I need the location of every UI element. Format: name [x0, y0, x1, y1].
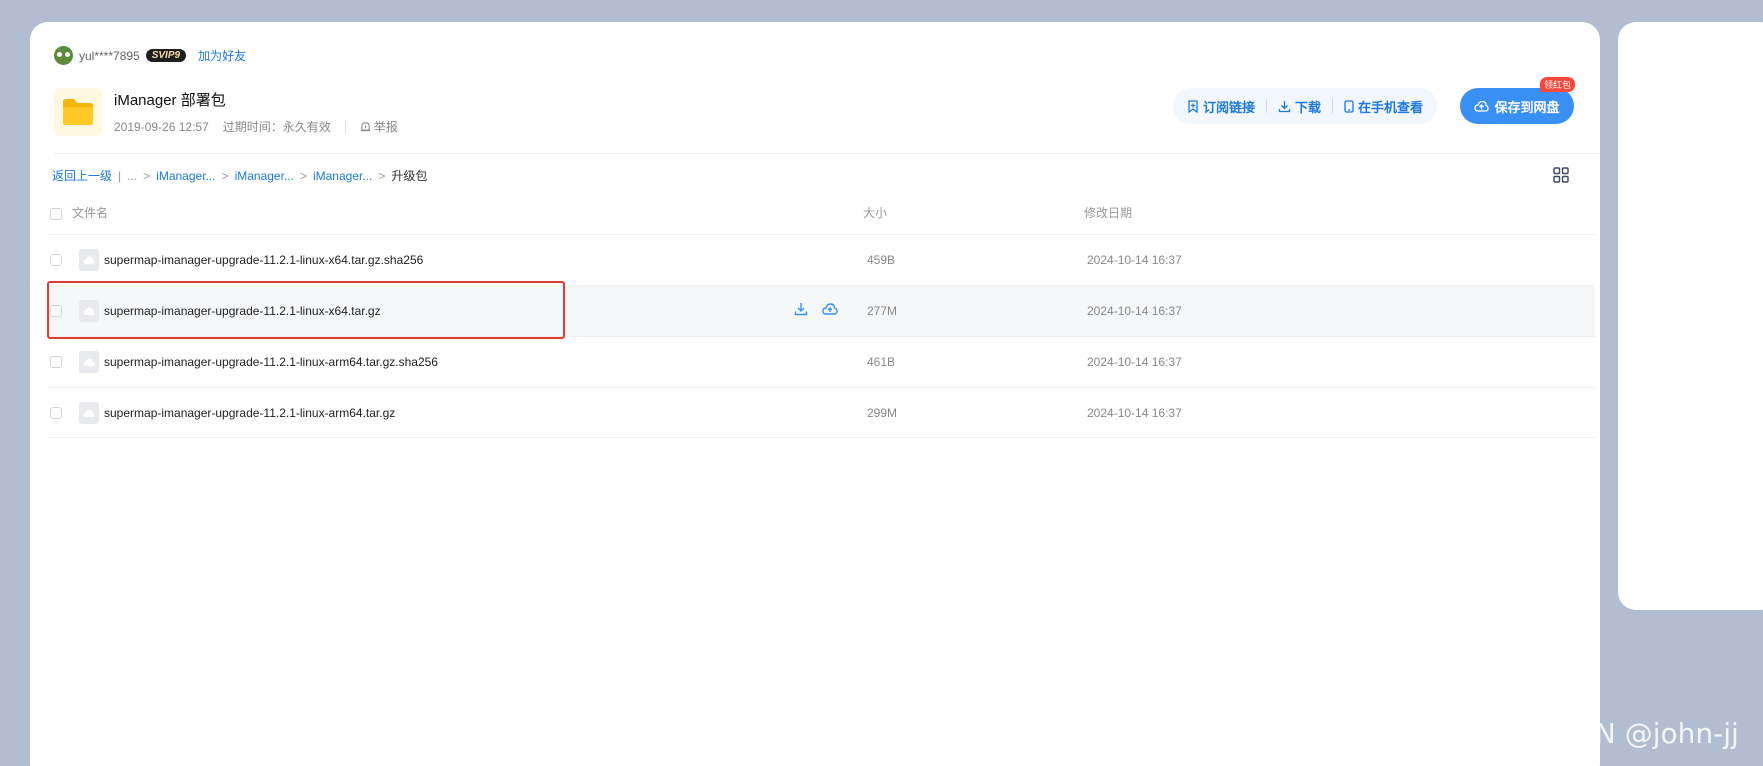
breadcrumb-item[interactable]: iManager... [235, 169, 294, 183]
file-size: 461B [867, 355, 896, 369]
row-actions [794, 302, 838, 316]
subscribe-link-button[interactable]: 订阅链接 [1187, 97, 1255, 116]
file-icon [79, 249, 99, 271]
view-on-phone-label: 在手机查看 [1358, 99, 1424, 115]
file-date: 2024-10-14 16:37 [1087, 253, 1182, 267]
file-list: supermap-imanager-upgrade-11.2.1-linux-x… [47, 234, 1595, 438]
file-name[interactable]: supermap-imanager-upgrade-11.2.1-linux-a… [104, 355, 438, 369]
select-all-checkbox[interactable] [50, 208, 62, 220]
row-checkbox[interactable] [50, 356, 62, 368]
vip-badge: SVIP9 [145, 49, 187, 62]
save-label: 保存到网盘 [1494, 99, 1560, 115]
breadcrumb-separator: > [299, 168, 307, 183]
table-row[interactable]: supermap-imanager-upgrade-11.2.1-linux-a… [47, 387, 1595, 438]
file-icon [79, 351, 99, 373]
file-name[interactable]: supermap-imanager-upgrade-11.2.1-linux-x… [104, 253, 423, 267]
side-panel [1618, 22, 1763, 610]
share-header: iManager 部署包 2019-09-26 12:57 过期时间：永久有效 … [54, 88, 398, 136]
breadcrumb: 返回上一级 | ... > iManager... > iManager... … [52, 167, 427, 184]
breadcrumb-ellipsis[interactable]: ... [127, 169, 137, 183]
save-to-cloud-icon[interactable] [822, 302, 838, 316]
column-header-date[interactable]: 修改日期 [1084, 204, 1132, 221]
column-header-size[interactable]: 大小 [863, 204, 887, 221]
download-icon [1278, 100, 1291, 112]
file-name[interactable]: supermap-imanager-upgrade-11.2.1-linux-a… [104, 406, 395, 420]
share-title: iManager 部署包 [114, 92, 226, 109]
file-name[interactable]: supermap-imanager-upgrade-11.2.1-linux-x… [104, 304, 381, 318]
share-actions: 订阅链接 下载 在手机查看 [1173, 88, 1438, 124]
breadcrumb-separator: | [118, 168, 122, 183]
view-on-phone-button[interactable]: 在手机查看 [1344, 97, 1423, 116]
add-friend-link[interactable]: 加为好友 [198, 47, 246, 64]
file-date: 2024-10-14 16:37 [1087, 355, 1182, 369]
share-date: 2019-09-26 12:57 [114, 119, 209, 134]
file-size: 459B [867, 253, 896, 267]
divider [344, 120, 346, 133]
divider [1266, 99, 1268, 113]
file-date: 2024-10-14 16:37 [1087, 304, 1182, 318]
share-card: yul****7895 SVIP9 加为好友 iManager 部署包 2019… [30, 22, 1600, 766]
folder-icon [54, 88, 102, 136]
divider [1332, 99, 1334, 113]
row-checkbox[interactable] [50, 254, 62, 266]
watermark: CSDN @john-jj [1536, 717, 1739, 750]
sharer-info: yul****7895 SVIP9 加为好友 [54, 46, 246, 65]
breadcrumb-separator: > [221, 168, 229, 183]
table-row[interactable]: supermap-imanager-upgrade-11.2.1-linux-x… [47, 285, 1595, 336]
file-icon [79, 300, 99, 322]
file-icon [79, 402, 99, 424]
row-checkbox[interactable] [50, 407, 62, 419]
save-to-cloud-button[interactable]: 保存到网盘 [1460, 88, 1574, 124]
column-header-name[interactable]: 文件名 [72, 204, 108, 221]
expire-info: 过期时间：永久有效 [222, 120, 331, 134]
phone-icon [1344, 99, 1354, 113]
table-row[interactable]: supermap-imanager-upgrade-11.2.1-linux-x… [47, 234, 1595, 285]
file-size: 277M [867, 304, 898, 318]
cloud-upload-icon [1474, 100, 1490, 112]
avatar[interactable] [54, 46, 73, 65]
table-row[interactable]: supermap-imanager-upgrade-11.2.1-linux-a… [47, 336, 1595, 387]
warning-icon [360, 122, 370, 132]
breadcrumb-item[interactable]: iManager... [313, 169, 372, 183]
breadcrumb-separator: > [143, 168, 151, 183]
bookmark-icon [1188, 99, 1198, 113]
file-size: 299M [867, 406, 898, 420]
table-header: 文件名 大小 修改日期 [50, 204, 1595, 234]
row-checkbox[interactable] [50, 305, 62, 317]
download-icon[interactable] [794, 302, 808, 316]
share-meta: 2019-09-26 12:57 过期时间：永久有效 举报 [114, 118, 398, 135]
breadcrumb-separator: > [378, 168, 386, 183]
breadcrumb-item[interactable]: iManager... [156, 169, 215, 183]
download-button[interactable]: 下载 [1278, 97, 1321, 116]
report-label: 举报 [373, 120, 398, 134]
subscribe-label: 订阅链接 [1203, 99, 1256, 115]
red-packet-badge[interactable]: 领红包 [1540, 77, 1576, 92]
breadcrumb-current: 升级包 [391, 169, 428, 183]
divider [54, 153, 1600, 154]
report-button[interactable]: 举报 [360, 118, 398, 135]
user-name[interactable]: yul****7895 [79, 49, 140, 63]
download-label: 下载 [1295, 99, 1322, 115]
back-link[interactable]: 返回上一级 [52, 167, 112, 184]
file-date: 2024-10-14 16:37 [1087, 406, 1182, 420]
grid-view-icon[interactable] [1553, 167, 1569, 188]
